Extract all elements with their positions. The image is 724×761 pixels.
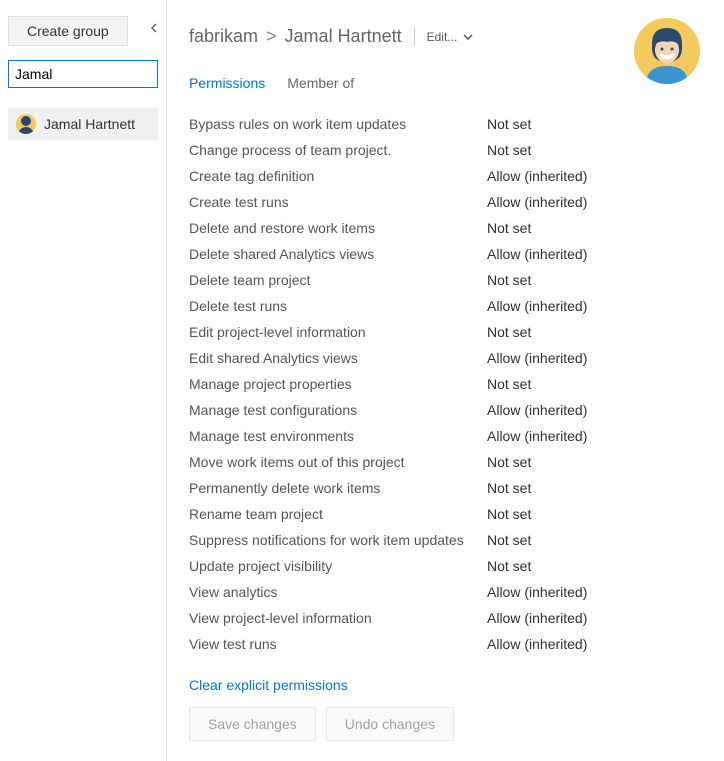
permission-value[interactable]: Not set: [487, 558, 531, 574]
permission-name: Delete and restore work items: [189, 220, 487, 236]
main-panel: fabrikam > Jamal Hartnett Edit... Permis…: [166, 0, 724, 761]
permission-value[interactable]: Not set: [487, 220, 531, 236]
permission-name: Delete shared Analytics views: [189, 246, 487, 262]
permission-row[interactable]: Bypass rules on work item updatesNot set: [189, 111, 704, 137]
permission-name: Update project visibility: [189, 558, 487, 574]
permission-value[interactable]: Allow (inherited): [487, 402, 587, 418]
permission-value[interactable]: Not set: [487, 480, 531, 496]
permission-value[interactable]: Not set: [487, 506, 531, 522]
permission-row[interactable]: Edit project-level informationNot set: [189, 319, 704, 345]
permission-name: Create test runs: [189, 194, 487, 210]
collapse-sidebar-button[interactable]: [146, 20, 162, 36]
permission-value[interactable]: Not set: [487, 532, 531, 548]
permission-name: View test runs: [189, 636, 487, 652]
permission-name: View analytics: [189, 584, 487, 600]
permission-row[interactable]: Create test runsAllow (inherited): [189, 189, 704, 215]
permission-row[interactable]: Manage project propertiesNot set: [189, 371, 704, 397]
permission-row[interactable]: Update project visibilityNot set: [189, 553, 704, 579]
permission-value[interactable]: Not set: [487, 324, 531, 340]
sidebar-item-user[interactable]: Jamal Hartnett: [8, 108, 158, 140]
action-row: Save changes Undo changes: [189, 707, 704, 741]
breadcrumb: fabrikam > Jamal Hartnett: [189, 26, 402, 47]
permission-name: View project-level information: [189, 610, 487, 626]
permission-name: Permanently delete work items: [189, 480, 487, 496]
permission-value[interactable]: Allow (inherited): [487, 636, 587, 652]
sidebar-item-label: Jamal Hartnett: [44, 116, 135, 132]
avatar-icon: [16, 114, 36, 134]
breadcrumb-current: Jamal Hartnett: [285, 26, 402, 47]
permission-row[interactable]: View project-level informationAllow (inh…: [189, 605, 704, 631]
permission-value[interactable]: Not set: [487, 376, 531, 392]
permission-row[interactable]: Rename team projectNot set: [189, 501, 704, 527]
permission-name: Delete team project: [189, 272, 487, 288]
chevron-left-icon: [150, 23, 158, 33]
clear-permissions-link[interactable]: Clear explicit permissions: [189, 677, 348, 693]
divider: [414, 28, 415, 46]
permissions-list: Bypass rules on work item updatesNot set…: [189, 111, 704, 657]
permission-name: Manage project properties: [189, 376, 487, 392]
permission-row[interactable]: Manage test environmentsAllow (inherited…: [189, 423, 704, 449]
permission-value[interactable]: Allow (inherited): [487, 428, 587, 444]
permission-name: Manage test configurations: [189, 402, 487, 418]
permission-value[interactable]: Allow (inherited): [487, 584, 587, 600]
header: fabrikam > Jamal Hartnett Edit...: [189, 26, 704, 47]
permission-row[interactable]: Delete team projectNot set: [189, 267, 704, 293]
permission-value[interactable]: Allow (inherited): [487, 350, 587, 366]
search-input[interactable]: [8, 60, 158, 88]
permission-name: Edit shared Analytics views: [189, 350, 487, 366]
permission-row[interactable]: Move work items out of this projectNot s…: [189, 449, 704, 475]
permission-row[interactable]: Suppress notifications for work item upd…: [189, 527, 704, 553]
permission-name: Move work items out of this project: [189, 454, 487, 470]
permission-row[interactable]: Create tag definitionAllow (inherited): [189, 163, 704, 189]
edit-label: Edit...: [427, 30, 458, 44]
permission-row[interactable]: Manage test configurationsAllow (inherit…: [189, 397, 704, 423]
permission-row[interactable]: Change process of team project.Not set: [189, 137, 704, 163]
breadcrumb-root[interactable]: fabrikam: [189, 26, 258, 47]
permission-name: Manage test environments: [189, 428, 487, 444]
permission-row[interactable]: Delete and restore work itemsNot set: [189, 215, 704, 241]
edit-button[interactable]: Edit...: [427, 30, 474, 44]
permission-value[interactable]: Allow (inherited): [487, 246, 587, 262]
permission-row[interactable]: Delete shared Analytics viewsAllow (inhe…: [189, 241, 704, 267]
chevron-down-icon: [463, 34, 473, 40]
permission-value[interactable]: Not set: [487, 272, 531, 288]
permission-name: Suppress notifications for work item upd…: [189, 532, 487, 548]
breadcrumb-separator: >: [266, 26, 277, 47]
create-group-button[interactable]: Create group: [8, 16, 128, 46]
permission-name: Create tag definition: [189, 168, 487, 184]
permission-value[interactable]: Not set: [487, 142, 531, 158]
permission-row[interactable]: View test runsAllow (inherited): [189, 631, 704, 657]
permission-row[interactable]: Permanently delete work itemsNot set: [189, 475, 704, 501]
tab-permissions[interactable]: Permissions: [189, 75, 265, 93]
permission-value[interactable]: Allow (inherited): [487, 168, 587, 184]
undo-button[interactable]: Undo changes: [326, 707, 454, 741]
permission-value[interactable]: Not set: [487, 454, 531, 470]
permission-value[interactable]: Allow (inherited): [487, 194, 587, 210]
permission-value[interactable]: Allow (inherited): [487, 298, 587, 314]
save-button[interactable]: Save changes: [189, 707, 316, 741]
permission-row[interactable]: Edit shared Analytics viewsAllow (inheri…: [189, 345, 704, 371]
permission-name: Change process of team project.: [189, 142, 487, 158]
permission-name: Delete test runs: [189, 298, 487, 314]
permission-name: Rename team project: [189, 506, 487, 522]
avatar: [634, 18, 700, 84]
sidebar: Create group Jamal Hartnett: [0, 0, 166, 761]
permission-name: Edit project-level information: [189, 324, 487, 340]
permission-row[interactable]: Delete test runsAllow (inherited): [189, 293, 704, 319]
tabs: Permissions Member of: [189, 75, 704, 93]
permission-value[interactable]: Not set: [487, 116, 531, 132]
permission-name: Bypass rules on work item updates: [189, 116, 487, 132]
permission-row[interactable]: View analyticsAllow (inherited): [189, 579, 704, 605]
permission-value[interactable]: Allow (inherited): [487, 610, 587, 626]
tab-member-of[interactable]: Member of: [287, 75, 354, 93]
